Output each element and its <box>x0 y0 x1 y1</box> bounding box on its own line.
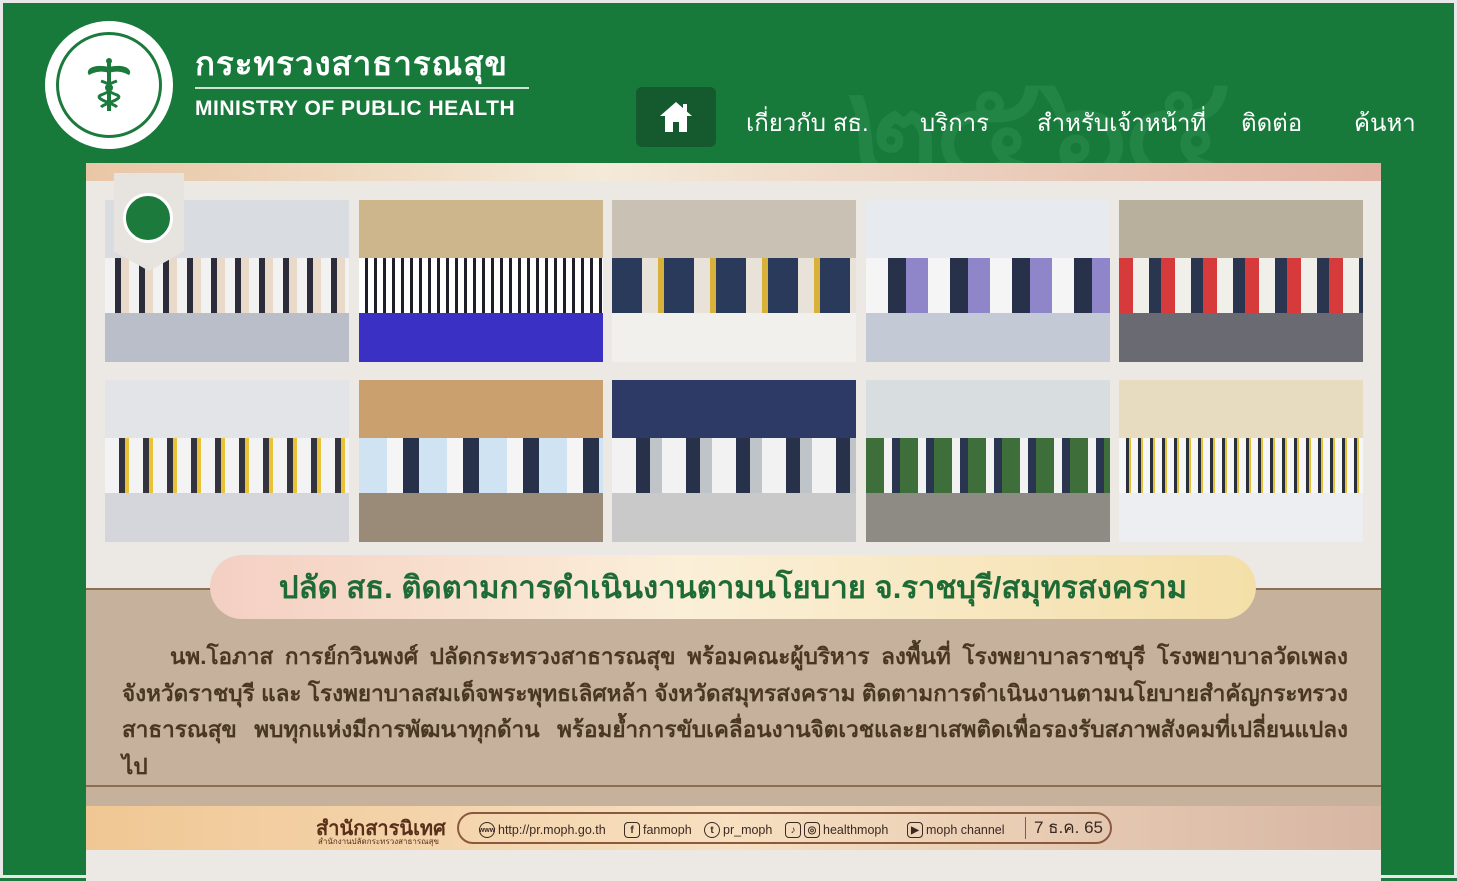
nav-services[interactable]: บริการ <box>920 103 989 142</box>
nav-search[interactable]: ค้นหา <box>1354 103 1416 142</box>
news-body: นพ.โอภาส การย์กวินพงศ์ ปลัดกระทรวงสาธารณ… <box>122 639 1348 785</box>
org-name-english: MINISTRY OF PUBLIC HEALTH <box>195 97 516 120</box>
photo-conference-room[interactable] <box>105 380 349 542</box>
site-header: ๒๕๖๕ กระทรวงสาธารณสุข MINISTRY OF PUBLIC… <box>3 3 1457 214</box>
youtube-link[interactable]: ▶ moph channel <box>907 822 1005 838</box>
twitter-icon: t <box>704 822 720 838</box>
nav-about[interactable]: เกี่ยวกับ สธ. <box>746 103 869 142</box>
moph-logo[interactable] <box>45 21 173 149</box>
infographic-footer: สำนักสารนิเทศ สำนักงานปลัดกระทรวงสาธารณส… <box>86 806 1381 850</box>
facebook-link[interactable]: f fanmoph <box>624 822 692 838</box>
photo-outdoor-walk[interactable] <box>866 380 1110 542</box>
nav-contact[interactable]: ติดต่อ <box>1241 103 1302 142</box>
news-infographic: ปลัด สธ. ติดตามการดำเนินงานตามนโยบาย จ.ร… <box>86 163 1381 881</box>
photo-hospital-visit[interactable] <box>1119 200 1363 362</box>
brand-divider <box>195 87 529 89</box>
photo-exhibit-poster[interactable] <box>612 380 856 542</box>
news-headline: ปลัด สธ. ติดตามการดำเนินงานตามนโยบาย จ.ร… <box>278 570 1188 605</box>
band-bottom-rule <box>86 785 1381 787</box>
decorative-strip <box>86 163 1381 181</box>
tiktok-instagram-link[interactable]: ♪ ◎ healthmoph <box>785 822 888 838</box>
footer-org-sub: สำนักงานปลัดกระทรวงสาธารณสุข <box>318 837 439 846</box>
publish-date: 7 ธ.ค. 65 <box>1025 817 1103 839</box>
photo-group-meeting[interactable] <box>1119 380 1363 542</box>
photo-meeting-table[interactable] <box>612 200 856 362</box>
home-icon <box>660 102 692 132</box>
home-button[interactable] <box>636 87 716 147</box>
photo-ward-staff[interactable] <box>866 200 1110 362</box>
website-link[interactable]: www http://pr.moph.go.th <box>479 822 606 838</box>
caduceus-icon <box>87 58 131 111</box>
social-links: www http://pr.moph.go.th f fanmoph t pr_… <box>457 812 1112 844</box>
logo-ring <box>56 32 162 138</box>
org-name-thai: กระทรวงสาธารณสุข <box>195 45 508 82</box>
headline-pill: ปลัด สธ. ติดตามการดำเนินงานตามนโยบาย จ.ร… <box>210 555 1256 619</box>
photo-nurse-station[interactable] <box>359 380 603 542</box>
news-body-text: นพ.โอภาส การย์กวินพงศ์ ปลัดกระทรวงสาธารณ… <box>122 644 1348 779</box>
photo-group-hall[interactable] <box>359 200 603 362</box>
twitter-link[interactable]: t pr_moph <box>704 822 772 838</box>
instagram-icon: ◎ <box>804 822 820 838</box>
nav-staff[interactable]: สำหรับเจ้าหน้าที่ <box>1037 103 1206 142</box>
globe-icon: www <box>479 822 495 838</box>
facebook-icon: f <box>624 822 640 838</box>
youtube-icon: ▶ <box>907 822 923 838</box>
page-frame: ๒๕๖๕ กระทรวงสาธารณสุข MINISTRY OF PUBLIC… <box>0 0 1457 881</box>
tiktok-icon: ♪ <box>785 822 801 838</box>
moph-badge-icon <box>123 193 173 243</box>
